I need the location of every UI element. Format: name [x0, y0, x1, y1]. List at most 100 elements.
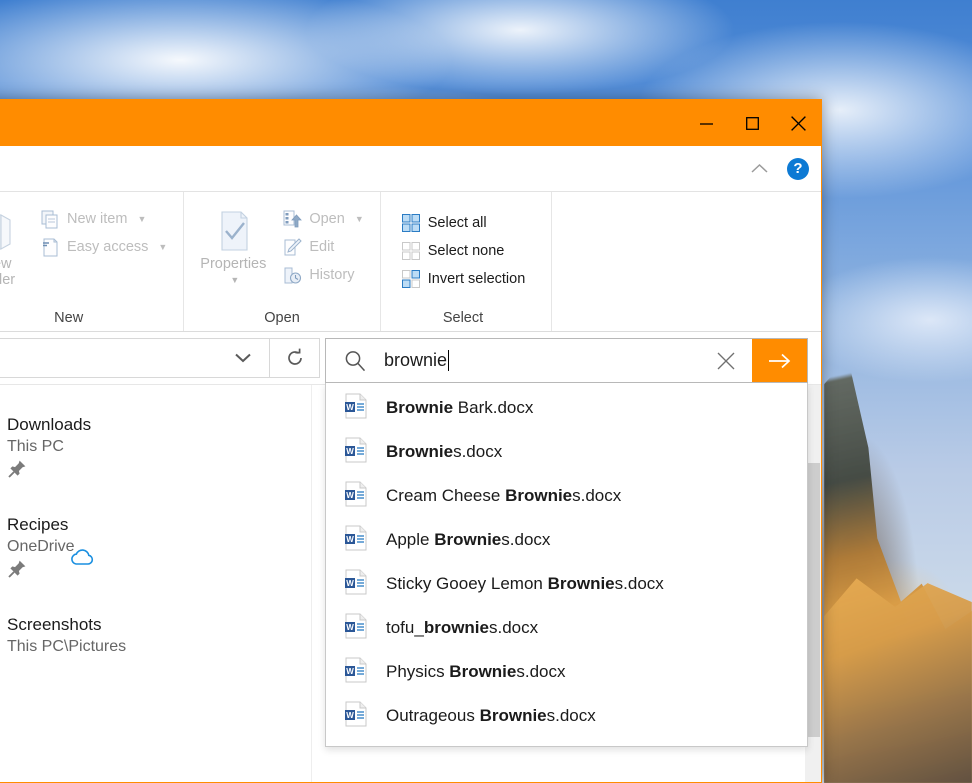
maximize-button[interactable]: [729, 100, 775, 146]
select-all-button[interactable]: Select all: [395, 210, 532, 236]
suggestion-match: Brownie: [480, 706, 547, 725]
properties-button[interactable]: Properties ▼: [194, 202, 272, 285]
suggestion-prefix: Cream Cheese: [386, 486, 505, 505]
collapse-ribbon-button[interactable]: [745, 156, 773, 182]
onedrive-cloud-icon: [69, 547, 99, 572]
quick-access-item-recipes[interactable]: Recipes OneDrive: [0, 503, 311, 603]
svg-text:W: W: [346, 579, 354, 588]
quick-access-recipes-text: Recipes OneDrive: [7, 511, 75, 584]
suggestion-suffix: s.docx: [615, 574, 664, 593]
ribbon-group-open: Properties ▼: [184, 192, 380, 331]
refresh-button[interactable]: [270, 338, 320, 378]
search-suggestion-label: Physics Brownies.docx: [386, 662, 566, 682]
search-suggestion-item[interactable]: WApple Brownies.docx: [326, 518, 807, 562]
navigation-pane: Downloads This PC: [0, 385, 311, 782]
quick-access-screenshots-text: Screenshots This PC\Pictures: [7, 611, 126, 656]
quick-access-item-location: This PC\Pictures: [7, 638, 126, 656]
invert-selection-icon: [401, 269, 421, 289]
quick-access-item-screenshots[interactable]: Screenshots This PC\Pictures: [0, 603, 311, 703]
quick-access-downloads-text: Downloads This PC: [7, 411, 91, 484]
word-document-icon: W: [344, 569, 370, 600]
suggestion-match: Brownie: [386, 442, 453, 461]
chevron-down-icon: ▼: [230, 275, 239, 285]
invert-selection-button[interactable]: Invert selection: [395, 266, 532, 292]
easy-access-button[interactable]: Easy access ▼: [34, 234, 173, 260]
search-suggestion-label: Sticky Gooey Lemon Brownies.docx: [386, 574, 664, 594]
file-list-scrollbar-thumb[interactable]: [806, 463, 820, 737]
open-button[interactable]: Open ▼: [276, 206, 369, 232]
quick-access-item-name: Downloads: [7, 415, 91, 435]
word-document-icon: W: [344, 525, 370, 556]
search-suggestion-item[interactable]: W Physics Brownies.docx: [326, 650, 807, 694]
svg-text:W: W: [346, 491, 354, 500]
select-all-label: Select all: [428, 215, 487, 231]
history-label: History: [309, 267, 354, 283]
open-label: Open: [309, 211, 344, 227]
search-suggestions-dropdown: WBrownie Bark.docxWBrownies.docxWCream C…: [325, 383, 808, 747]
suggestion-prefix: Physics: [386, 662, 449, 681]
ribbon-group-new: New folder New item: [0, 192, 184, 331]
suggestion-suffix: s.docx: [547, 706, 596, 725]
ribbon: Rename New folder: [0, 192, 821, 332]
invert-selection-label: Invert selection: [428, 271, 526, 287]
search-input[interactable]: brownie: [384, 350, 700, 371]
new-item-button[interactable]: New item ▼: [34, 206, 173, 232]
text-cursor: [448, 350, 449, 371]
open-icon: [282, 209, 302, 229]
edit-button[interactable]: Edit: [276, 234, 369, 260]
search-suggestion-label: Cream Cheese Brownies.docx: [386, 486, 621, 506]
new-folder-icon: [0, 208, 17, 256]
history-button[interactable]: History: [276, 262, 369, 288]
ribbon-group-new-title: New: [0, 310, 173, 331]
close-button[interactable]: [775, 100, 821, 146]
search-suggestion-item[interactable]: W Brownie Bark.docx: [326, 386, 807, 430]
svg-text:W: W: [346, 667, 354, 676]
search-suggestion-item[interactable]: W Outrageous Brownies.docx: [326, 694, 807, 738]
suggestion-suffix: s.docx: [489, 618, 538, 637]
new-folder-button[interactable]: New folder: [0, 202, 30, 288]
search-suggestion-label: Brownie Bark.docx: [386, 398, 533, 418]
suggestion-prefix: Apple: [386, 530, 434, 549]
search-suggestion-item[interactable]: W Brownies.docx: [326, 430, 807, 474]
ribbon-tab-strip: ?: [0, 146, 821, 192]
new-folder-label-line2: folder: [0, 272, 15, 288]
search-suggestion-item[interactable]: W Cream Cheese Brownies.docx: [326, 474, 807, 518]
suggestion-suffix: s.docx: [453, 442, 502, 461]
search-suggestion-label: Outrageous Brownies.docx: [386, 706, 596, 726]
suggestion-match: Brownie: [505, 486, 572, 505]
search-suggestion-item[interactable]: W Sticky Gooey Lemon Brownies.docx: [326, 562, 807, 606]
title-bar[interactable]: [0, 100, 821, 146]
new-item-icon: [40, 209, 60, 229]
select-none-label: Select none: [428, 243, 505, 259]
suggestion-prefix: Sticky Gooey Lemon: [386, 574, 548, 593]
history-icon: [282, 265, 302, 285]
address-history-dropdown-button[interactable]: [225, 353, 261, 363]
quick-access-item-downloads[interactable]: Downloads This PC: [0, 403, 311, 503]
minimize-button[interactable]: [683, 100, 729, 146]
word-document-icon: W: [344, 701, 370, 732]
help-button[interactable]: ?: [787, 158, 809, 180]
chevron-down-icon: ▼: [158, 242, 167, 252]
word-document-icon: W: [344, 437, 370, 468]
select-all-icon: [401, 213, 421, 233]
suggestion-match: Brownie: [434, 530, 501, 549]
svg-text:W: W: [346, 447, 354, 456]
suggestion-match: Brownie: [386, 398, 453, 417]
properties-label: Properties: [200, 256, 266, 272]
address-bar[interactable]: [0, 338, 270, 378]
svg-text:W: W: [346, 535, 354, 544]
edit-icon: [282, 237, 302, 257]
search-icon: [326, 350, 384, 372]
quick-access-item-location: OneDrive: [7, 538, 75, 556]
svg-text:W: W: [346, 403, 354, 412]
ribbon-group-empty: [552, 192, 821, 331]
suggestion-suffix: s.docx: [516, 662, 565, 681]
select-none-button[interactable]: Select none: [395, 238, 532, 264]
properties-icon: [211, 208, 255, 256]
clear-search-button[interactable]: [700, 352, 752, 370]
search-box[interactable]: brownie: [325, 338, 808, 383]
search-suggestion-item[interactable]: Wtofu_brownies.docx: [326, 606, 807, 650]
svg-text:W: W: [346, 623, 354, 632]
search-go-button[interactable]: [752, 339, 807, 382]
quick-access-item-name: Recipes: [7, 515, 75, 535]
